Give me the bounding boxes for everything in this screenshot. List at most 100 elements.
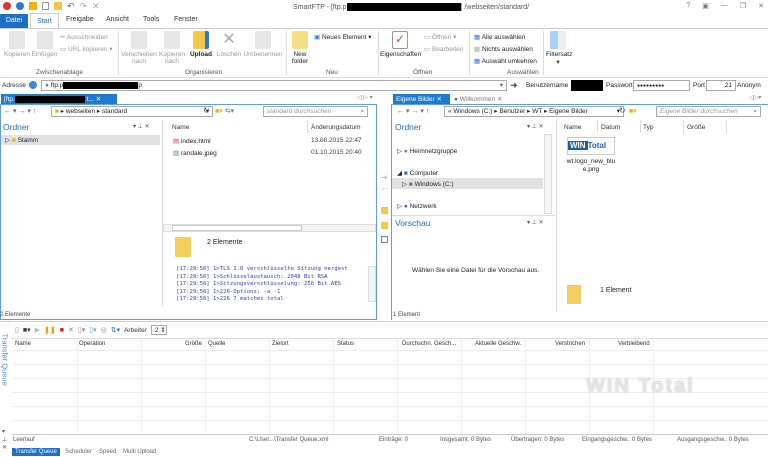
refresh-icon[interactable]: ↻ [619, 106, 626, 115]
options-button[interactable]: ▣ [702, 2, 709, 10]
close-icon[interactable]: ✕ [436, 96, 441, 103]
column-name[interactable]: Name [15, 341, 31, 347]
filter-set-button[interactable]: Filtersatz ▾ [546, 31, 572, 66]
column-name[interactable]: Name [564, 124, 581, 131]
column-size[interactable]: Größe [185, 341, 202, 347]
file-row[interactable]: ▤ index.html 13.08.2015 22:47 [173, 137, 362, 145]
close-icon[interactable]: ✕ [96, 96, 101, 103]
tab-scroll-icons[interactable]: ◁ ▷ ▾ [357, 94, 373, 101]
tab-ftp-server[interactable]: [ftp. t... ✕ [1, 94, 117, 104]
horizontal-scrollbar[interactable] [163, 224, 376, 232]
tab-multi-upload[interactable]: Multi Upload [120, 448, 159, 456]
tab-speed[interactable]: Speed [96, 448, 119, 456]
minimize-button[interactable]: — [721, 2, 728, 10]
column-date[interactable]: Datum [601, 124, 620, 131]
column-current-speed[interactable]: Aktuelle Geschw. [475, 341, 521, 347]
left-breadcrumb[interactable]: ■ ▸ webseiten ▸ standard ▾ [51, 106, 213, 117]
new-folder-button[interactable]: New folder [289, 31, 311, 65]
remove-icon[interactable]: ✕ [68, 326, 74, 334]
wintotal-logo-thumbnail[interactable]: WIN Total [567, 137, 615, 155]
move-to-button[interactable]: Verschieben nach [121, 31, 157, 65]
tab-willkommen[interactable]: ● Willkommen ✕ [454, 95, 502, 103]
crumb[interactable]: Eigene Bilder [549, 108, 588, 115]
log-scrollbar[interactable] [368, 266, 376, 302]
delete-button[interactable]: ✕ Löschen [215, 31, 243, 58]
connect-icon[interactable] [16, 2, 24, 10]
tree-item-windows-c[interactable]: ▷ ■ Windows (C:) [392, 178, 543, 189]
tab-fenster[interactable]: Fenster [174, 16, 198, 23]
go-arrow-icon[interactable]: ➜ [510, 80, 518, 91]
invert-selection-button[interactable]: ▦ Auswahl umkehren [474, 57, 537, 65]
password-input[interactable]: ●●●●●●●●● [633, 80, 690, 91]
new-queue-icon[interactable]: ▯ [15, 326, 19, 334]
right-breadcrumb[interactable]: « Windows (C:) ▸ Benutzer ▸ WT ▸ Eigene … [444, 106, 624, 117]
schedule-icon[interactable]: ◎ [101, 326, 107, 334]
nav-buttons[interactable]: ← ▾ → ▾ ↑ [4, 107, 36, 115]
column-modified[interactable]: Änderungsdatum [311, 124, 361, 131]
copy-button[interactable]: Kopieren [3, 31, 31, 58]
tree-item-homegroup[interactable]: ▷ ● Heimnetzgruppe [397, 147, 457, 155]
upload-button[interactable]: Upload [189, 31, 213, 58]
edit-button[interactable]: ▭ Bearbeiten [424, 45, 463, 53]
tree-scrollbar[interactable] [544, 134, 552, 214]
close-button[interactable]: ✕ [758, 2, 764, 10]
tab-tools[interactable]: Tools [143, 16, 159, 23]
address-input[interactable]: ● ftp.p p ▾ [41, 80, 507, 91]
workers-stepper[interactable]: 2 ⇕ [150, 325, 167, 335]
column-source[interactable]: Quelle [208, 341, 225, 347]
restore-button[interactable]: ❐ [740, 2, 746, 10]
column-elapsed[interactable]: Verstrichen [555, 341, 585, 347]
home-icon[interactable] [29, 2, 37, 10]
select-all-button[interactable]: ▦ Alle auswählen [474, 33, 525, 41]
tab-datei[interactable]: Datei [0, 14, 28, 28]
new-item-button[interactable]: ▣ Neues Element ▾ [314, 33, 372, 41]
nav-buttons[interactable]: ← ▾ → ▾ ↑ [397, 107, 429, 115]
pane-controls[interactable]: ▾ ⊥ ✕ [133, 123, 150, 130]
undo-icon[interactable]: ↶ [67, 2, 75, 11]
copy-to-button[interactable]: Kopieren nach [159, 31, 185, 65]
help-button[interactable]: ? [686, 2, 690, 10]
anonymous-checkbox[interactable]: Anonym [737, 82, 761, 89]
folder-view-icon[interactable]: ■▾ [629, 107, 637, 115]
pane-controls[interactable]: ▾ ⊥ ✕ [527, 219, 544, 226]
tree-item-network[interactable]: ▷ ● Netzwerk [397, 202, 437, 210]
queue-icon[interactable] [381, 236, 388, 243]
tab-start[interactable]: Start [30, 13, 59, 29]
tree-item-computer[interactable]: ◢ ■ Computer [397, 169, 438, 177]
username-input[interactable] [571, 80, 603, 91]
view-icon[interactable]: ▯▾ [89, 326, 96, 334]
crumb[interactable]: standard [102, 108, 127, 115]
dropdown-icon[interactable]: ▾ [500, 82, 503, 90]
crumb[interactable]: webseiten [66, 108, 95, 115]
play-icon[interactable]: ▶ [35, 326, 40, 334]
left-search-input[interactable]: standard durchsuchen ⌕ [263, 106, 368, 117]
pane-controls[interactable]: ▾ ⊥ ✕ [527, 123, 544, 130]
file-row[interactable]: ▨ randale.jpeg 01.10.2015 20:40 [173, 149, 362, 157]
right-search-input[interactable]: Eigene Bilder durchsuchen ⌕ [656, 106, 761, 117]
copy-url-button[interactable]: ▭ URL kopieren ▾ [60, 45, 113, 53]
column-name[interactable]: Name [172, 124, 189, 131]
search-icon[interactable]: ⌕ [753, 108, 757, 116]
queue-side-label[interactable]: Transfer Queue [1, 334, 10, 396]
cut-button[interactable]: ✂ Ausschneiden [60, 33, 108, 41]
transfer-arrows[interactable]: ➜ ← [381, 173, 389, 193]
select-none-button[interactable]: ▦ Nichts auswählen [474, 45, 533, 53]
tab-transfer-queue[interactable]: Transfer Queue [12, 448, 60, 456]
tab-scheduler[interactable]: Scheduler [62, 448, 95, 456]
column-operation[interactable]: Operation [79, 341, 105, 347]
tab-eigene-bilder[interactable]: Eigene Bilder ✕ [393, 94, 450, 104]
open-button[interactable]: ▭ Öffnen ▾ [424, 33, 456, 41]
column-type[interactable]: Typ [643, 124, 653, 131]
tab-scroll-icons[interactable]: ◁▷▾ [749, 94, 761, 101]
search-icon[interactable]: ⌕ [360, 108, 364, 116]
folder-icon[interactable] [54, 2, 62, 10]
crumb[interactable]: Benutzer [499, 108, 525, 115]
column-status[interactable]: Status [337, 341, 354, 347]
file-name[interactable]: wt.logo_new_blu e.png [564, 158, 618, 174]
crumb[interactable]: Windows (C:) [453, 108, 492, 115]
properties-button[interactable]: ✓ Eigenschaften [380, 31, 421, 58]
column-destination[interactable]: Zielort [272, 341, 289, 347]
delete-icon[interactable]: ✕ [92, 2, 100, 11]
sync-icon[interactable] [381, 207, 388, 214]
column-avg-speed[interactable]: Durchschn. Gesch... [402, 341, 456, 347]
